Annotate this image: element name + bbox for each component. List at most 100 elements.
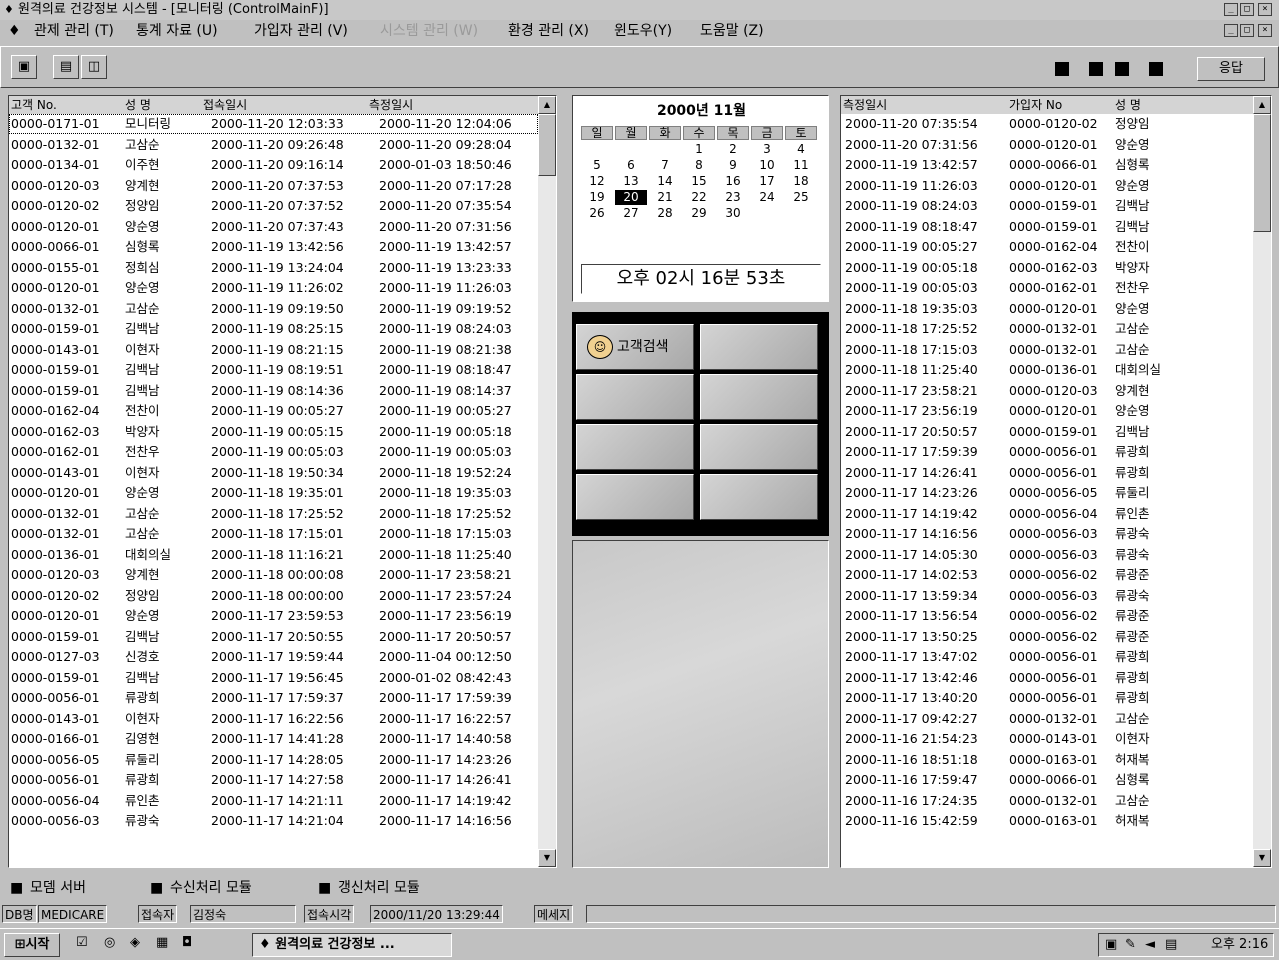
table-row[interactable]: 2000-11-19 11:26:03 0000-0120-01 양순영	[841, 176, 1253, 196]
close-button[interactable]: ×	[1258, 3, 1272, 16]
table-row[interactable]: 0000-0132-01 고삼순 2000-11-18 17:15:01 2000-1…	[9, 524, 538, 544]
table-row[interactable]: 2000-11-16 17:24:35 0000-0132-01 고삼순	[841, 791, 1253, 811]
calendar-day[interactable]: 5	[581, 158, 613, 173]
quicklaunch-app-icon[interactable]: ▦	[156, 935, 168, 950]
function-button[interactable]	[700, 474, 818, 520]
calendar-day[interactable]: 15	[683, 174, 715, 189]
table-row[interactable]: 2000-11-18 19:35:03 0000-0120-01 양순영	[841, 299, 1253, 319]
function-button[interactable]	[700, 324, 818, 370]
calendar-day[interactable]: 23	[717, 190, 749, 205]
table-row[interactable]: 0000-0159-01 김백남 2000-11-17 20:50:55 2000-1…	[9, 627, 538, 647]
calendar-day[interactable]: 26	[581, 206, 613, 221]
scroll-down-icon[interactable]: ▼	[538, 849, 556, 867]
col-measure-time[interactable]: 측정일시	[369, 96, 413, 114]
window-titlebar[interactable]: ♦ 원격의료 건강정보 시스템 - [모니터링 (ControlMainF)] …	[0, 0, 1279, 20]
quicklaunch-desktop-icon[interactable]: ☑	[76, 935, 88, 950]
calendar-day[interactable]: 6	[615, 158, 647, 173]
tray-volume-icon[interactable]: ◄	[1145, 934, 1155, 956]
calendar-day[interactable]: 8	[683, 158, 715, 173]
table-row[interactable]: 0000-0132-01 고삼순 2000-11-18 17:25:52 2000-1…	[9, 504, 538, 524]
book-icon[interactable]: ◫	[81, 55, 107, 79]
table-row[interactable]: 0000-0162-03 박양자 2000-11-19 00:05:15 2000-1…	[9, 422, 538, 442]
table-row[interactable]: 2000-11-17 13:56:54 0000-0056-02 류광준	[841, 606, 1253, 626]
calendar-day[interactable]: 17	[751, 174, 783, 189]
calendar-day[interactable]: 7	[649, 158, 681, 173]
table-row[interactable]: 2000-11-17 13:47:02 0000-0056-01 류광희	[841, 647, 1253, 667]
table-row[interactable]: 0000-0155-01 정희심 2000-11-19 13:24:04 2000-1…	[9, 258, 538, 278]
menu-item[interactable]: 환경 관리 (X)	[508, 20, 589, 42]
table-row[interactable]: 2000-11-18 17:25:52 0000-0132-01 고삼순	[841, 319, 1253, 339]
table-row[interactable]: 2000-11-17 23:58:21 0000-0120-03 양계현	[841, 381, 1253, 401]
start-button[interactable]: ⊞시작	[4, 933, 60, 957]
menu-item[interactable]: 시스템 관리 (W)	[380, 20, 478, 42]
table-row[interactable]: 0000-0056-01 류광희 2000-11-17 17:59:37 2000-1…	[9, 688, 538, 708]
calendar-day[interactable]: 4	[785, 142, 817, 157]
col-name[interactable]: 성 명	[1115, 96, 1141, 114]
col-customer-no[interactable]: 고객 No.	[11, 96, 57, 114]
table-row[interactable]: 2000-11-17 14:26:41 0000-0056-01 류광희	[841, 463, 1253, 483]
calendar-day[interactable]: 12	[581, 174, 613, 189]
table-row[interactable]: 0000-0120-03 양계현 2000-11-20 07:37:53 2000-1…	[9, 176, 538, 196]
table-row[interactable]: 0000-0143-01 이현자 2000-11-19 08:21:15 2000-1…	[9, 340, 538, 360]
table-row[interactable]: 0000-0056-03 류광숙 2000-11-17 14:21:04 2000-1…	[9, 811, 538, 831]
table-row[interactable]: 0000-0143-01 이현자 2000-11-18 19:50:34 2000-1…	[9, 463, 538, 483]
table-row[interactable]: 2000-11-17 14:05:30 0000-0056-03 류광숙	[841, 545, 1253, 565]
calendar-day[interactable]: 29	[683, 206, 715, 221]
menu-item[interactable]: 통계 자료 (U)	[136, 20, 218, 42]
calendar-day[interactable]: 10	[751, 158, 783, 173]
tray-display-icon[interactable]: ▤	[1165, 934, 1177, 956]
table-row[interactable]: 2000-11-19 08:18:47 0000-0159-01 김백남	[841, 217, 1253, 237]
table-row[interactable]: 0000-0120-01 양순영 2000-11-17 23:59:53 2000-1…	[9, 606, 538, 626]
calendar-day[interactable]: 16	[717, 174, 749, 189]
table-row[interactable]: 0000-0159-01 김백남 2000-11-17 19:56:45 2000-0…	[9, 668, 538, 688]
table-row[interactable]: 0000-0120-02 정양임 2000-11-20 07:37:52 2000-1…	[9, 196, 538, 216]
menu-item[interactable]: 윈도우(Y)	[614, 20, 672, 42]
table-row[interactable]: 0000-0127-03 신경호 2000-11-17 19:59:44 2000-1…	[9, 647, 538, 667]
table-row[interactable]: 2000-11-17 13:42:46 0000-0056-01 류광희	[841, 668, 1253, 688]
col-name[interactable]: 성 명	[125, 96, 151, 114]
table-row[interactable]: 2000-11-17 14:16:56 0000-0056-03 류광숙	[841, 524, 1253, 544]
table-row[interactable]: 2000-11-16 21:54:23 0000-0143-01 이현자	[841, 729, 1253, 749]
tray-paint-icon[interactable]: ✎	[1125, 934, 1136, 956]
quicklaunch-browser-icon[interactable]: ◎	[104, 935, 115, 950]
table-row[interactable]: 2000-11-20 07:35:54 0000-0120-02 정양임	[841, 114, 1253, 134]
col-connect-time[interactable]: 접속일시	[203, 96, 247, 114]
table-row[interactable]: 0000-0162-04 전찬이 2000-11-19 00:05:27 2000-1…	[9, 401, 538, 421]
table-row[interactable]: 2000-11-16 15:42:59 0000-0163-01 허재복	[841, 811, 1253, 831]
calendar-day[interactable]: 3	[751, 142, 783, 157]
child-minimize-button[interactable]: _	[1224, 24, 1238, 37]
calendar-day[interactable]: 13	[615, 174, 647, 189]
table-row[interactable]: 0000-0120-01 양순영 2000-11-20 07:37:43 2000-1…	[9, 217, 538, 237]
child-close-button[interactable]: ×	[1258, 24, 1272, 37]
table-row[interactable]: 2000-11-17 23:56:19 0000-0120-01 양순영	[841, 401, 1253, 421]
table-row[interactable]: 0000-0120-01 양순영 2000-11-19 11:26:02 2000-1…	[9, 278, 538, 298]
calendar-icon[interactable]: ▤	[53, 55, 79, 79]
calendar-day[interactable]: 21	[649, 190, 681, 205]
table-row[interactable]: 0000-0166-01 김영현 2000-11-17 14:41:28 2000-1…	[9, 729, 538, 749]
calendar-day[interactable]: 24	[751, 190, 783, 205]
table-row[interactable]: 0000-0159-01 김백남 2000-11-19 08:14:36 2000-1…	[9, 381, 538, 401]
calendar-day[interactable]: 19	[581, 190, 613, 205]
table-row[interactable]: 2000-11-17 20:50:57 0000-0159-01 김백남	[841, 422, 1253, 442]
taskbar-clock[interactable]: 오후 2:16	[1211, 934, 1268, 956]
maximize-button[interactable]: □	[1240, 3, 1254, 16]
monitor-icon[interactable]: ▣	[11, 55, 37, 79]
left-scrollbar[interactable]: ▲ ▼	[538, 96, 556, 867]
table-row[interactable]: 0000-0136-01 대회의실 2000-11-18 11:16:21 2000-…	[9, 545, 538, 565]
table-row[interactable]: 2000-11-19 00:05:18 0000-0162-03 박양자	[841, 258, 1253, 278]
calendar-day[interactable]: 14	[649, 174, 681, 189]
col-member-no[interactable]: 가입자 No	[1009, 96, 1062, 114]
calendar-day[interactable]: 9	[717, 158, 749, 173]
function-button[interactable]	[576, 424, 694, 470]
calendar-day[interactable]: 30	[717, 206, 749, 221]
table-row[interactable]: 0000-0120-03 양계현 2000-11-18 00:00:08 2000-1…	[9, 565, 538, 585]
scroll-thumb[interactable]	[538, 114, 556, 176]
table-row[interactable]: 0000-0159-01 김백남 2000-11-19 08:19:51 2000-1…	[9, 360, 538, 380]
table-row[interactable]: 2000-11-17 09:42:27 0000-0132-01 고삼순	[841, 709, 1253, 729]
quicklaunch-search-icon[interactable]: ◈	[130, 935, 140, 950]
table-row[interactable]: 0000-0056-05 류둘리 2000-11-17 14:28:05 2000-1…	[9, 750, 538, 770]
function-button[interactable]	[700, 374, 818, 420]
menu-item[interactable]: 도움말 (Z)	[700, 20, 764, 42]
table-row[interactable]: 0000-0120-01 양순영 2000-11-18 19:35:01 2000-1…	[9, 483, 538, 503]
scroll-down-icon[interactable]: ▼	[1253, 849, 1271, 867]
